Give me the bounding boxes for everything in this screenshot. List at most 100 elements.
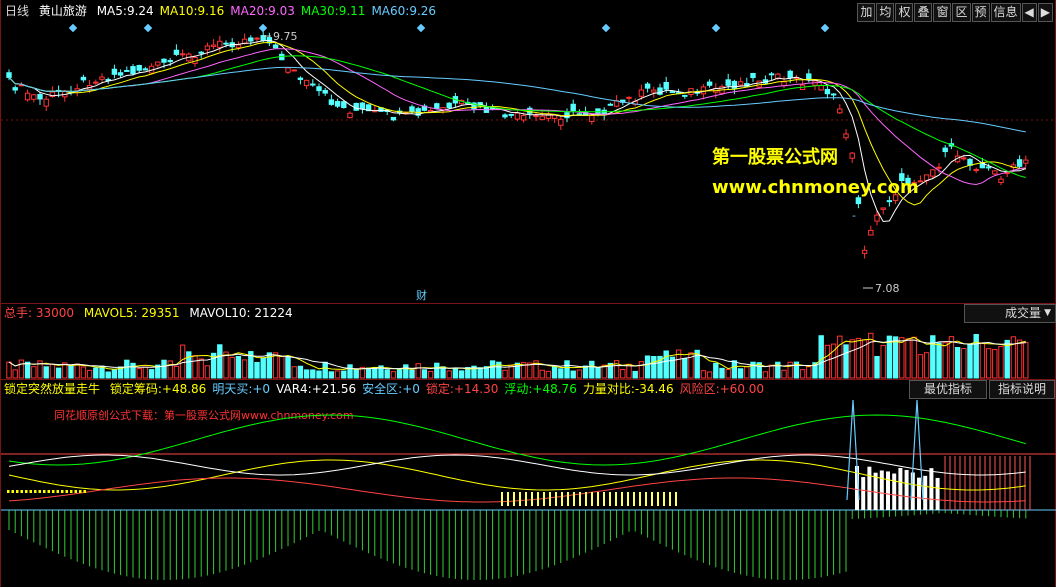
candle-body — [520, 115, 527, 121]
indicator-dot — [543, 492, 545, 506]
volume-bar — [985, 348, 992, 379]
candle-body — [6, 72, 12, 78]
candle-body — [1016, 159, 1023, 167]
indicator-white-bar — [861, 477, 866, 510]
volume-bar — [198, 358, 204, 379]
candle-body — [434, 103, 440, 110]
volume-bar — [837, 335, 843, 379]
indicator-dot — [29, 490, 32, 493]
volume-bar — [229, 356, 235, 379]
volume-bar — [744, 366, 750, 379]
candle-body — [737, 81, 744, 86]
volume-bar — [762, 371, 769, 379]
indicator-dot — [7, 490, 10, 493]
candle-body — [936, 166, 942, 169]
candle-body — [124, 69, 130, 72]
candle-body — [787, 70, 793, 79]
price-chart: 9.75 7.08 财 - — [1, 23, 1056, 302]
indicator-panel[interactable]: 锁定突然放量走牛 锁定筹码:+48.86 明天买:+0 VAR4:+21.56 安全区… — [0, 380, 1056, 587]
candle-body — [930, 169, 936, 177]
volume-panel[interactable]: 总手: 33000 MAVOL5: 29351 MAVOL10: 21224 成… — [0, 304, 1056, 380]
candle-body — [880, 207, 886, 210]
volume-bar — [415, 363, 421, 379]
volume-bar — [979, 342, 986, 379]
candle-body — [179, 53, 186, 56]
volume-bar — [396, 369, 403, 379]
volume-bar — [849, 339, 855, 379]
price-panel[interactable]: 日线 黄山旅游 MA5:9.24 MA10:9.16 MA20:9.03 MA30:9… — [0, 0, 1056, 304]
volume-bar — [514, 362, 521, 379]
volume-bar — [18, 359, 25, 379]
indicator-dot — [11, 490, 14, 493]
volume-bar — [477, 367, 483, 379]
indicator-line — [8, 414, 1026, 466]
candle-body — [223, 42, 229, 45]
candle-body — [155, 61, 161, 66]
volume-bar — [558, 368, 564, 379]
indicator-dot — [603, 492, 605, 506]
candle-body — [874, 214, 880, 222]
volume-bar — [663, 350, 669, 379]
volume-bar — [998, 345, 1004, 379]
volume-bar — [285, 356, 291, 379]
volume-bar — [1010, 336, 1017, 379]
indicator-dot — [591, 492, 593, 506]
signal-diamond-icon — [820, 23, 830, 33]
candle-body — [558, 118, 564, 126]
volume-bar — [384, 369, 390, 379]
indicator-dot — [501, 492, 503, 506]
signal-diamond-icon — [143, 23, 153, 33]
indicator-white-bar — [867, 466, 872, 510]
candle-body — [254, 37, 260, 40]
indicator-dot — [651, 492, 653, 506]
indicator-lines — [7, 399, 1026, 506]
volume-bar — [235, 355, 242, 379]
volume-bar — [124, 359, 130, 379]
candle-body — [80, 76, 87, 81]
candle-body — [322, 89, 328, 94]
candle-body — [12, 87, 18, 91]
candle-body — [942, 147, 948, 153]
candle-body — [328, 99, 335, 105]
volume-bar — [6, 361, 12, 379]
volume-bar — [564, 360, 570, 379]
volume-bar — [967, 343, 973, 379]
candle-body — [130, 66, 136, 75]
volume-bar — [409, 369, 415, 379]
candle-body — [806, 73, 812, 80]
volume-bar — [489, 360, 496, 379]
candle-body — [843, 133, 849, 139]
indicator-white-bar — [929, 468, 934, 510]
candle-body — [706, 81, 713, 86]
candle-body — [756, 80, 762, 88]
candle-body — [837, 108, 843, 114]
volume-bar — [768, 364, 775, 379]
volume-bar — [458, 370, 465, 379]
signal-diamonds — [68, 23, 830, 33]
candle-body — [310, 83, 316, 86]
candle-body — [682, 94, 688, 97]
volume-bar — [74, 363, 80, 379]
indicator-dot — [74, 490, 77, 493]
candle-body — [508, 113, 514, 116]
indicator-dot — [519, 492, 521, 506]
watermark-title: 第一股票公式网 — [712, 147, 838, 168]
candle-body — [644, 83, 651, 89]
volume-bar — [303, 369, 310, 379]
indicator-dot — [675, 492, 677, 506]
indicator-dot — [561, 492, 563, 506]
indicator-dot — [61, 490, 64, 493]
candle-body — [31, 94, 37, 100]
volume-chart — [6, 332, 1029, 379]
candle-body — [142, 68, 149, 71]
volume-bar — [272, 352, 279, 379]
indicator-dot — [663, 492, 665, 506]
indicator-white-bar — [879, 470, 884, 510]
candle-body — [316, 86, 322, 92]
candle-body — [210, 44, 217, 47]
indicator-dot — [38, 490, 41, 493]
indicator-white-bar — [923, 475, 928, 510]
indicator-white-bar — [904, 469, 909, 510]
volume-bar — [954, 347, 961, 379]
candle-body — [985, 166, 992, 169]
